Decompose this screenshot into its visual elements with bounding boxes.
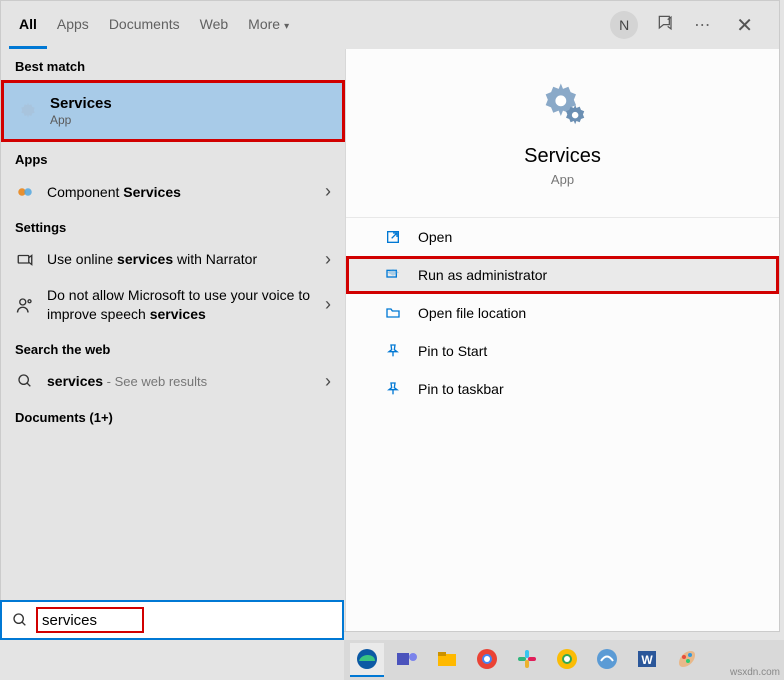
narrator-icon [15,250,35,270]
taskbar-chrome2[interactable] [550,643,584,677]
folder-icon [384,304,402,322]
taskbar-app1[interactable] [590,643,624,677]
detail-title: Services [346,145,779,168]
taskbar-chrome[interactable] [470,643,504,677]
action-pin-start[interactable]: Pin to Start [346,332,779,370]
taskbar-teams[interactable] [390,643,424,677]
search-input[interactable]: services [36,607,144,633]
section-settings: Settings [1,210,345,241]
taskbar-slack[interactable] [510,643,544,677]
chevron-right-icon: › [325,371,331,392]
action-open[interactable]: Open [346,218,779,256]
result-label: services - See web results [47,373,325,389]
svg-text:W: W [641,653,653,667]
action-label: Pin to taskbar [418,381,504,397]
admin-icon [384,266,402,284]
taskbar-paint[interactable] [670,643,704,677]
result-web-services[interactable]: services - See web results › [1,363,345,400]
action-run-admin[interactable]: Run as administrator [346,256,779,294]
tab-documents[interactable]: Documents [99,2,190,49]
tab-web[interactable]: Web [190,2,239,49]
result-label: Do not allow Microsoft to use your voice… [47,286,325,324]
close-icon[interactable]: ✕ [730,13,759,38]
search-icon [12,612,28,628]
action-label: Run as administrator [418,267,547,283]
chevron-right-icon: › [325,294,331,315]
taskbar-explorer[interactable] [430,643,464,677]
tab-apps[interactable]: Apps [47,2,99,49]
services-gear-icon [537,77,589,129]
results-panel: Best match Services App Apps Component S… [1,49,345,631]
result-label: Use online services with Narrator [47,250,325,269]
action-label: Pin to Start [418,343,487,359]
gear-icon [18,101,38,121]
section-search-web: Search the web [1,332,345,363]
feedback-icon[interactable] [656,13,676,38]
taskbar-edge[interactable] [350,643,384,677]
speech-icon [15,295,35,315]
pin-start-icon [384,342,402,360]
more-icon[interactable]: ⋯ [694,15,712,35]
taskbar: W [344,640,784,680]
section-apps: Apps [1,142,345,173]
taskbar-word[interactable]: W [630,643,664,677]
pin-taskbar-icon [384,380,402,398]
result-speech-services[interactable]: Do not allow Microsoft to use your voice… [1,278,345,332]
search-icon [15,371,35,391]
open-icon [384,228,402,246]
result-title: Services [50,95,112,112]
action-label: Open [418,229,452,245]
detail-panel: Services App Open Run as administrator O… [345,49,779,631]
result-narrator-services[interactable]: Use online services with Narrator › [1,241,345,278]
chevron-right-icon: › [325,249,331,270]
chevron-right-icon: › [325,181,331,202]
result-component-services[interactable]: Component Services › [1,173,345,210]
section-documents: Documents (1+) [1,400,345,431]
action-label: Open file location [418,305,526,321]
tab-more[interactable]: More [238,2,299,49]
detail-sub: App [346,172,779,187]
result-sub: App [50,113,112,127]
action-open-location[interactable]: Open file location [346,294,779,332]
search-bar[interactable]: services [0,600,344,640]
section-best-match: Best match [1,49,345,80]
result-label: Component Services [47,184,325,200]
component-icon [15,182,35,202]
watermark: wsxdn.com [730,667,780,678]
result-services-app[interactable]: Services App [1,80,345,142]
avatar[interactable]: N [610,11,638,39]
tab-all[interactable]: All [9,2,47,49]
action-pin-taskbar[interactable]: Pin to taskbar [346,370,779,408]
tabs-bar: All Apps Documents Web More N ⋯ ✕ [1,1,779,49]
